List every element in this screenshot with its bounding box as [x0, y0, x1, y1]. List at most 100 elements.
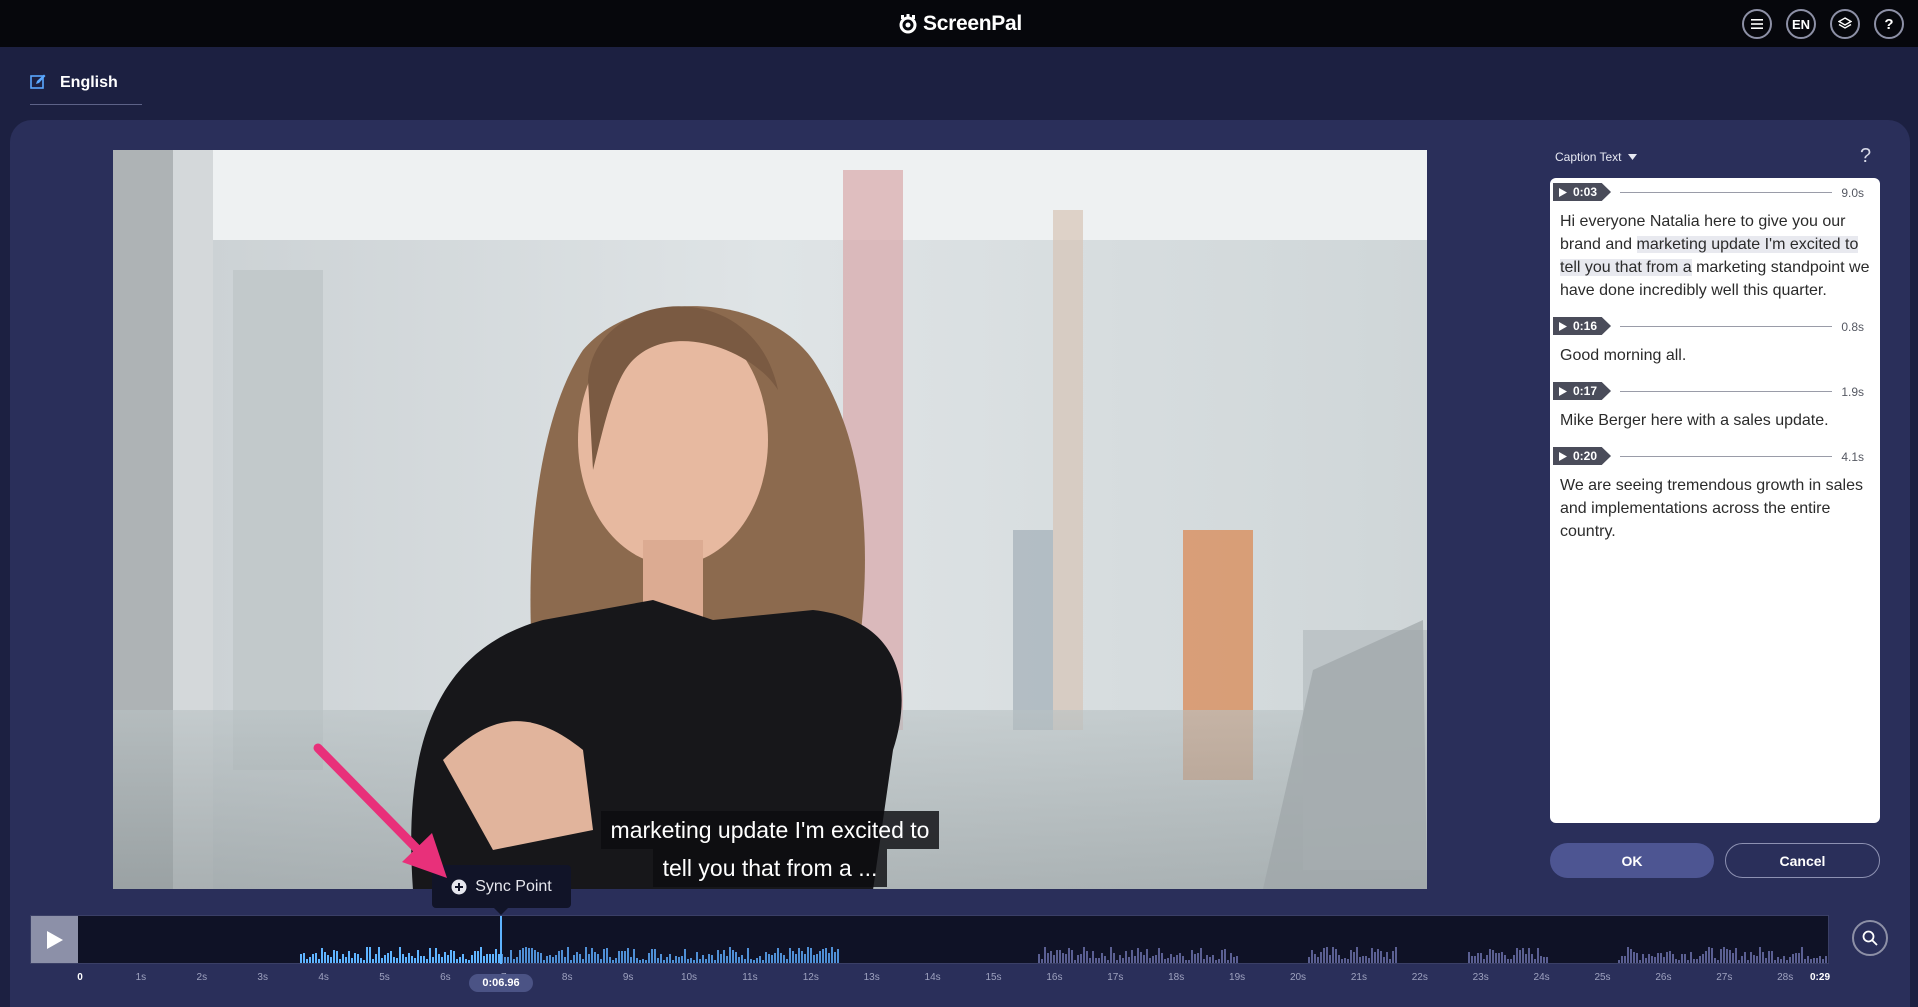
waveform-bar: [1395, 947, 1397, 963]
waveform-bar: [1771, 951, 1773, 963]
waveform-bar: [315, 953, 317, 963]
waveform-bar: [1362, 956, 1364, 963]
waveform-bar: [1056, 950, 1058, 963]
waveform-bar: [1642, 954, 1644, 963]
tick-label: 16s: [1046, 972, 1063, 983]
waveform-bar: [1110, 947, 1112, 963]
waveform-bar: [666, 957, 668, 963]
waveform-bar: [708, 954, 710, 963]
waveform-bar: [693, 960, 695, 963]
waveform-bar: [591, 948, 593, 963]
waveform-bar: [1624, 956, 1626, 963]
segment-time: 0:20: [1573, 449, 1598, 463]
help-button[interactable]: ?: [1874, 9, 1904, 39]
tick-label: 2s: [196, 972, 208, 983]
waveform-bar: [1161, 953, 1163, 963]
waveform-bar: [1392, 951, 1394, 963]
waveform-bar: [699, 959, 701, 963]
waveform-bar: [1197, 953, 1199, 963]
waveform-bar: [639, 960, 641, 963]
segment-text[interactable]: Mike Berger here with a sales update.: [1550, 399, 1880, 442]
waveform-bar: [1789, 957, 1791, 963]
tick-label: 10s: [680, 972, 698, 983]
waveform-bar: [684, 949, 686, 963]
segment-play-tag[interactable]: 0:20: [1553, 447, 1612, 465]
waveform-bar: [1810, 959, 1812, 963]
waveform-bar: [822, 949, 824, 963]
waveform-bar: [354, 953, 356, 963]
layers-button[interactable]: [1830, 9, 1860, 39]
caption-segment[interactable]: 0:16 0.8s Good morning all.: [1550, 312, 1880, 377]
waveform-bar: [420, 956, 422, 963]
waveform-bar: [1768, 951, 1770, 963]
layers-icon: [1838, 17, 1852, 29]
waveform-bar: [477, 951, 479, 963]
sync-point-button[interactable]: Sync Point: [432, 865, 571, 915]
waveform-bar: [1233, 957, 1235, 963]
caption-segment[interactable]: 0:20 4.1s We are seeing tremendous growt…: [1550, 442, 1880, 553]
waveform-bar: [465, 959, 467, 963]
waveform-bar: [648, 953, 650, 963]
segment-duration: 4.1s: [1841, 450, 1864, 464]
waveform-bar: [1618, 960, 1620, 963]
timeline-track[interactable]: [30, 915, 1829, 964]
waveform-bar: [723, 950, 725, 963]
caption-segment[interactable]: 0:03 9.0s Hi everyone Natalia here to gi…: [1550, 178, 1880, 312]
waveform-bar: [1537, 948, 1539, 963]
waveform-bar: [1498, 953, 1500, 963]
waveform-bar: [1474, 956, 1476, 963]
caption-text-dropdown[interactable]: Caption Text: [1555, 150, 1637, 164]
waveform-bar: [507, 957, 509, 963]
waveform-bar: [372, 959, 374, 963]
waveform-bar: [534, 950, 536, 963]
waveform-bar: [1492, 950, 1494, 963]
tick-label: 12s: [802, 972, 819, 983]
waveform-bar: [567, 947, 569, 963]
waveform-bar: [594, 952, 596, 963]
caption-segment[interactable]: 0:17 1.9s Mike Berger here with a sales …: [1550, 377, 1880, 442]
waveform-bar: [1699, 956, 1701, 963]
waveform-bar: [450, 950, 452, 963]
segment-text[interactable]: We are seeing tremendous growth in sales…: [1550, 464, 1880, 553]
cancel-button[interactable]: Cancel: [1725, 843, 1880, 878]
segment-play-tag[interactable]: 0:17: [1553, 382, 1612, 400]
playhead[interactable]: [500, 916, 502, 964]
segment-play-tag[interactable]: 0:03: [1553, 183, 1612, 201]
waveform-bar: [711, 955, 713, 963]
video-preview[interactable]: marketing update I'm excited to tell you…: [113, 150, 1427, 889]
waveform-bar: [1200, 948, 1202, 963]
waveform-bar: [312, 954, 314, 963]
waveform-bar: [1711, 948, 1713, 963]
waveform-bar: [738, 957, 740, 963]
waveform-bar: [546, 956, 548, 963]
segment-duration: 9.0s: [1841, 186, 1864, 200]
waveform-bar: [1525, 954, 1527, 963]
ok-button[interactable]: OK: [1550, 843, 1714, 878]
waveform-bar: [1113, 953, 1115, 963]
waveform-bar: [1495, 953, 1497, 963]
segment-text[interactable]: Good morning all.: [1550, 334, 1880, 377]
language-tab[interactable]: English: [30, 66, 142, 105]
waveform-bar: [1173, 957, 1175, 963]
menu-button[interactable]: [1742, 9, 1772, 39]
waveform-bar: [540, 953, 542, 963]
waveform-bar: [657, 958, 659, 963]
waveform-bar: [1735, 948, 1737, 963]
waveform-bar: [1155, 955, 1157, 963]
waveform-bar: [1480, 953, 1482, 963]
waveform-bar: [1747, 960, 1749, 963]
waveform-bar: [1528, 948, 1530, 963]
language-button[interactable]: EN: [1786, 9, 1816, 39]
waveform-bar: [1516, 948, 1518, 963]
segment-text[interactable]: Hi everyone Natalia here to give you our…: [1550, 200, 1880, 312]
timeline-play-button[interactable]: [31, 916, 78, 963]
waveform-bar: [471, 955, 473, 963]
timeline-zoom-button[interactable]: [1852, 920, 1888, 956]
waveform-bar: [1666, 952, 1668, 963]
caption-help-icon[interactable]: ?: [1860, 145, 1871, 168]
play-icon: [46, 930, 63, 949]
waveform-bar: [1738, 960, 1740, 963]
tick-label: 21s: [1350, 972, 1367, 983]
waveform-bar: [1696, 959, 1698, 963]
segment-play-tag[interactable]: 0:16: [1553, 317, 1612, 335]
